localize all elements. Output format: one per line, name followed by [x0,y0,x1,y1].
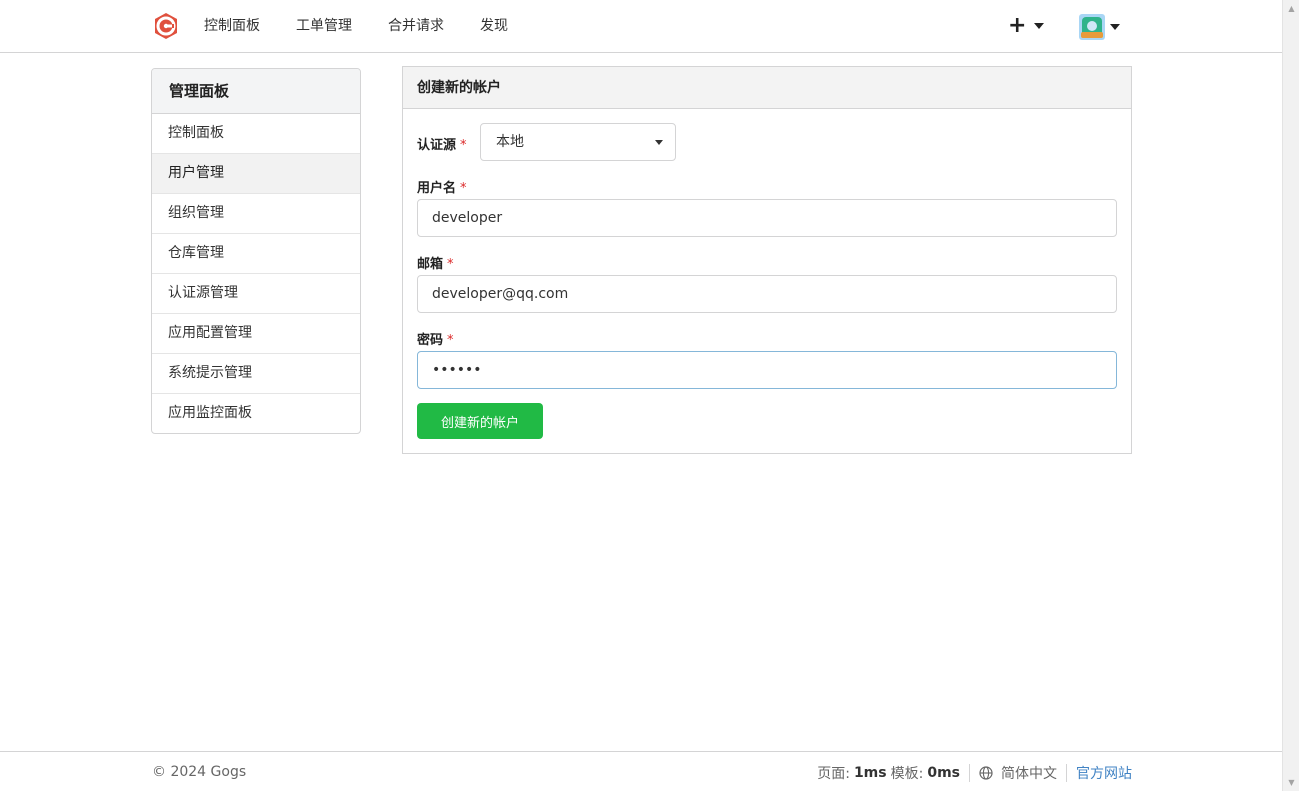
email-input[interactable] [417,275,1117,313]
page-time-label: 页面: [817,766,850,782]
required-mark: * [447,257,454,272]
sidebar-item-organizations[interactable]: 组织管理 [152,194,360,234]
sidebar-item-auth-sources[interactable]: 认证源管理 [152,274,360,314]
create-account-button[interactable]: 创建新的帐户 [417,403,543,439]
divider [1066,764,1067,782]
sidebar-item-repositories[interactable]: 仓库管理 [152,234,360,274]
nav-pull-requests[interactable]: 合并请求 [388,17,444,35]
top-navbar: 控制面板 工单管理 合并请求 发现 + [0,0,1282,53]
vertical-scrollbar[interactable]: ▲ ▼ [1282,0,1299,791]
password-input[interactable] [417,351,1117,389]
user-menu-dropdown[interactable] [1079,13,1120,41]
language-selector[interactable]: 简体中文 [1001,763,1057,783]
nav-issues[interactable]: 工单管理 [296,17,352,35]
avatar [1079,14,1105,40]
copyright-text: © 2024 Gogs [152,764,247,780]
required-mark: * [460,138,467,153]
official-site-link[interactable]: 官方网站 [1076,763,1132,783]
required-mark: * [447,333,454,348]
footer: © 2024 Gogs 页面: 1ms 模板: 0ms 简体中文 官方网站 [0,751,1282,791]
sidebar-item-notices[interactable]: 系统提示管理 [152,354,360,394]
sidebar-item-monitor[interactable]: 应用监控面板 [152,394,360,433]
nav-dashboard[interactable]: 控制面板 [204,17,260,35]
create-account-panel: 创建新的帐户 认证源* 本地 用户名* 邮箱* 密码* 创建新的帐户 [402,66,1132,454]
caret-down-icon [1110,24,1120,30]
gogs-logo-icon[interactable] [152,12,180,40]
auth-source-label: 认证源 * [417,138,467,153]
divider [969,764,970,782]
scroll-up-icon[interactable]: ▲ [1283,0,1299,17]
footer-right: 页面: 1ms 模板: 0ms 简体中文 官方网站 [817,763,1132,783]
panel-title: 创建新的帐户 [403,67,1131,109]
page-time-value: 1ms [853,765,887,781]
password-label: 密码 * [417,333,454,348]
template-time-label: 模板: [890,766,924,782]
sidebar-item-config[interactable]: 应用配置管理 [152,314,360,354]
globe-icon [979,766,993,780]
admin-sidebar-menu: 管理面板 控制面板 用户管理 组织管理 仓库管理 认证源管理 应用配置管理 系统… [151,68,361,434]
caret-down-icon [655,140,663,145]
scroll-down-icon[interactable]: ▼ [1283,774,1299,791]
create-new-dropdown[interactable]: + [1008,14,1050,38]
template-time-value: 0ms [927,765,960,781]
sidebar-title: 管理面板 [152,69,360,114]
required-mark: * [460,181,467,196]
sidebar-item-users[interactable]: 用户管理 [152,154,360,194]
username-input[interactable] [417,199,1117,237]
username-label: 用户名 * [417,181,467,196]
auth-source-value: 本地 [496,134,524,150]
plus-icon: + [1008,13,1027,38]
caret-down-icon [1034,23,1045,29]
email-label: 邮箱 * [417,257,454,272]
sidebar-item-dashboard[interactable]: 控制面板 [152,114,360,154]
auth-source-select[interactable]: 本地 [480,123,676,161]
nav-explore[interactable]: 发现 [480,17,508,35]
